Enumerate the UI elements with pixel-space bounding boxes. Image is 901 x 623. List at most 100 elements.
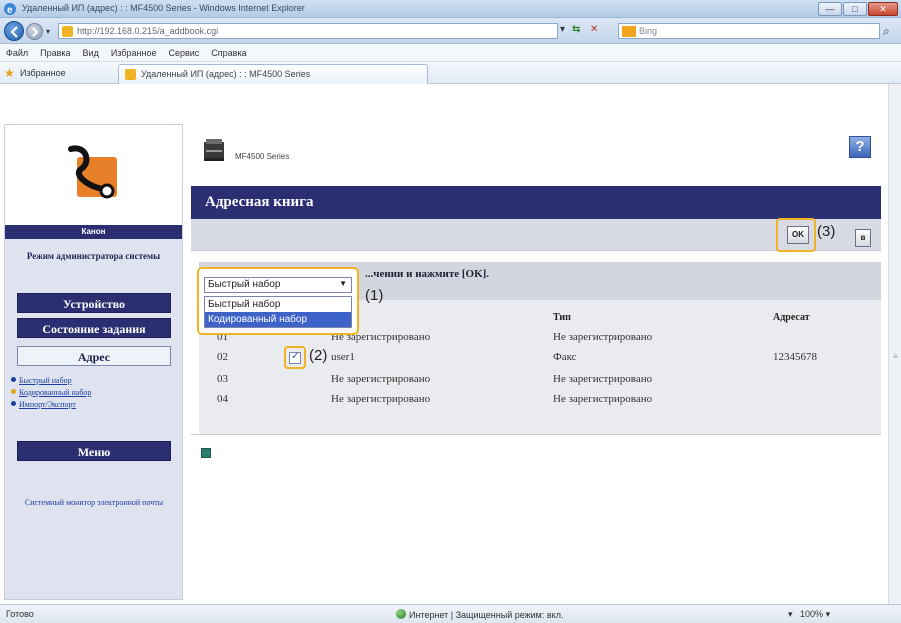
- tab-current-page[interactable]: Удаленный ИП (адрес) : : MF4500 Series: [118, 64, 428, 84]
- stop-icon[interactable]: ✕: [590, 24, 598, 35]
- zoom-value: 100%: [800, 609, 824, 619]
- menu-tools[interactable]: Сервис: [162, 44, 205, 58]
- sidebar: Канон Режим администратора системы Устро…: [4, 124, 183, 600]
- logo-caption: Канон: [5, 225, 182, 239]
- coded-dial-link-label: Кодированный набор: [19, 388, 92, 397]
- menu-edit[interactable]: Правка: [34, 44, 76, 58]
- row-name: Не зарегистрировано: [331, 373, 431, 385]
- favorites-star-icon[interactable]: ★: [4, 66, 15, 80]
- chevron-down-icon: ▼: [339, 279, 347, 288]
- back-arrow-icon: [10, 26, 18, 38]
- import-export-link-label: Импорт/Экспорт: [19, 400, 76, 409]
- tab-title: Удаленный ИП (адрес) : : MF4500 Series: [141, 69, 311, 79]
- remote-ui-logo-icon: [68, 145, 117, 199]
- zoom-level[interactable]: ▾ 100% ▾: [788, 609, 830, 620]
- ie-icon: e: [4, 3, 16, 16]
- column-header-type: Тип: [553, 312, 571, 323]
- admin-mode-label: Режим администратора системы: [26, 251, 161, 261]
- search-placeholder: Bing: [639, 26, 658, 36]
- bullet-icon: [11, 401, 16, 406]
- select-value: Быстрый набор: [208, 279, 281, 290]
- option-coded-dial[interactable]: Кодированный набор: [205, 312, 351, 327]
- row-number: 03: [217, 373, 228, 385]
- help-icon[interactable]: ?: [849, 136, 871, 158]
- printer-icon: [204, 139, 224, 161]
- row-number: 02: [217, 351, 228, 363]
- dropdown-options: Быстрый набор Кодированный набор: [204, 296, 352, 328]
- menu-view[interactable]: Вид: [77, 44, 105, 58]
- speed-dial-link[interactable]: Быстрый набор: [11, 375, 179, 387]
- favorites-bar: ★ Избранное Удаленный ИП (адрес) : : MF4…: [0, 62, 901, 84]
- printer-name: MF4500 Series: [235, 152, 290, 161]
- vertical-scrollbar[interactable]: ≡: [888, 84, 901, 604]
- address-button[interactable]: Адрес: [17, 346, 171, 366]
- bullet-icon: [11, 377, 16, 382]
- minimize-button[interactable]: —: [818, 2, 842, 16]
- speed-dial-link-label: Быстрый набор: [19, 376, 72, 385]
- menu-button[interactable]: Меню: [17, 441, 171, 461]
- coded-dial-link[interactable]: Кодированный набор: [11, 387, 179, 399]
- page-top-icon[interactable]: [201, 448, 211, 458]
- forward-button[interactable]: [26, 23, 43, 40]
- row-name: user1: [331, 351, 355, 363]
- menu-file[interactable]: Файл: [0, 44, 34, 58]
- divider: [191, 434, 881, 435]
- row-type: Факс: [553, 351, 577, 363]
- address-url: http://192.168.0.215/a_addbook.cgi: [77, 26, 219, 36]
- menu-help[interactable]: Справка: [205, 44, 252, 58]
- security-zone: Интернет | Защищенный режим: вкл.: [396, 609, 563, 620]
- ok-highlight-frame: [776, 218, 816, 252]
- column-header-address: Адресат: [773, 312, 810, 323]
- email-monitor-link[interactable]: Системный монитор электронной почты: [19, 497, 169, 508]
- navigation-bar: ▾ http://192.168.0.215/a_addbook.cgi ▾ ⇆…: [0, 18, 901, 44]
- address-bar[interactable]: http://192.168.0.215/a_addbook.cgi: [58, 23, 558, 39]
- device-button[interactable]: Устройство: [17, 293, 171, 313]
- page-header: Адресная книга: [191, 186, 881, 219]
- row-type: Не зарегистрировано: [553, 393, 653, 405]
- address-controls: ▾ ⇆ ✕: [560, 23, 612, 39]
- row-address: 12345678: [773, 351, 817, 363]
- cancel-button[interactable]: в: [855, 229, 871, 247]
- checkbox-highlight-frame: [284, 346, 306, 369]
- table-row[interactable]: 04 Не зарегистрировано Не зарегистрирова…: [199, 390, 881, 410]
- step2-callout: (2): [309, 347, 328, 364]
- close-button[interactable]: ✕: [868, 2, 898, 16]
- bullet-icon: [11, 389, 16, 394]
- history-dropdown-icon[interactable]: ▾: [46, 27, 50, 36]
- forward-arrow-icon: [32, 27, 39, 37]
- job-status-button[interactable]: Состояние задания: [17, 318, 171, 338]
- row-number: 04: [217, 393, 228, 405]
- table-row[interactable]: 03 Не зарегистрировано Не зарегистрирова…: [199, 370, 881, 390]
- row-type: Не зарегистрировано: [553, 331, 653, 343]
- favorites-button[interactable]: Избранное: [20, 68, 66, 78]
- site-favicon: [62, 26, 73, 37]
- status-bar: Готово Интернет | Защищенный режим: вкл.…: [0, 604, 901, 623]
- instruction-text: ...чении и нажмите [OK].: [365, 268, 490, 280]
- window-title: Удаленный ИП (адрес) : : MF4500 Series -…: [22, 3, 305, 13]
- address-submenu: Быстрый набор Кодированный набор Импорт/…: [11, 375, 179, 411]
- bing-logo-icon: [622, 26, 636, 37]
- search-icon[interactable]: ⌕: [883, 24, 890, 39]
- search-input[interactable]: Bing: [618, 23, 880, 39]
- refresh-icon[interactable]: ⇆: [572, 24, 580, 35]
- globe-icon: [396, 609, 406, 619]
- address-dropdown-icon[interactable]: ▾: [560, 24, 565, 35]
- menu-favorites[interactable]: Избранное: [105, 44, 163, 58]
- back-button[interactable]: [4, 21, 24, 41]
- page-title: Адресная книга: [205, 194, 314, 210]
- svg-text:e: e: [7, 5, 13, 16]
- option-speed-dial[interactable]: Быстрый набор: [205, 297, 351, 312]
- title-bar: e Удаленный ИП (адрес) : : MF4500 Series…: [0, 0, 901, 18]
- row-type: Не зарегистрировано: [553, 373, 653, 385]
- row-name: Не зарегистрировано: [331, 393, 431, 405]
- import-export-link[interactable]: Импорт/Экспорт: [11, 399, 179, 411]
- security-zone-label: Интернет | Защищенный режим: вкл.: [409, 610, 564, 620]
- list-type-select[interactable]: Быстрый набор ▼: [204, 277, 352, 293]
- tab-favicon: [125, 69, 136, 80]
- status-text: Готово: [6, 609, 34, 619]
- logo-area: [5, 125, 182, 225]
- main-content: MF4500 Series ? Адресная книга OK (3) в …: [191, 124, 883, 600]
- step3-callout: (3): [817, 223, 836, 240]
- maximize-button[interactable]: □: [843, 2, 867, 16]
- menu-bar: Файл Правка Вид Избранное Сервис Справка: [0, 44, 901, 62]
